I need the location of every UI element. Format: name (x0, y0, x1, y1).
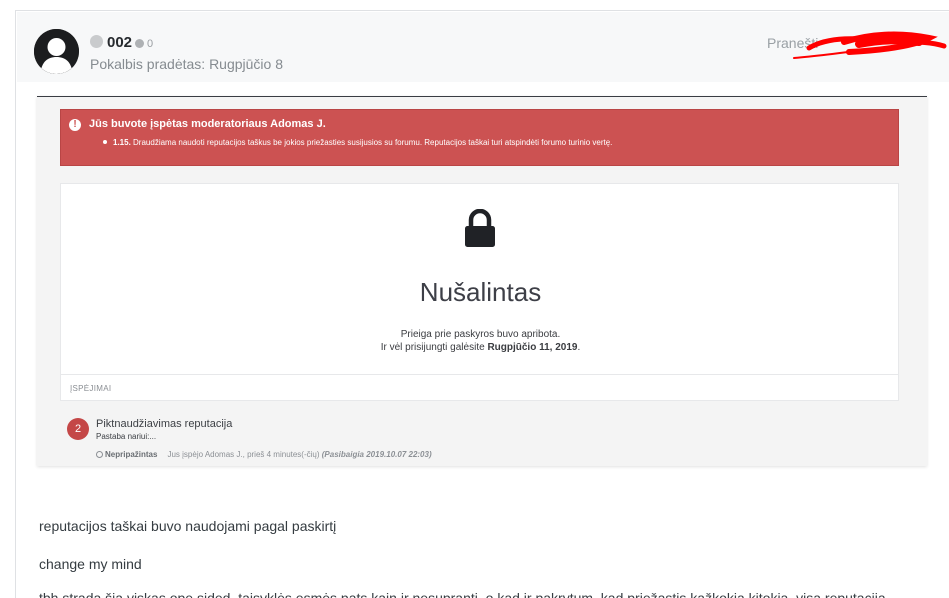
warning-banner: ! Jūs buvote įspėtas moderatoriaus Adoma… (60, 109, 899, 166)
suspended-title: Nušalintas (419, 277, 542, 307)
relogin-date: Rugpjūčio 11, 2019 (487, 342, 578, 353)
warnings-header: ĮSPĖJIMAI (70, 384, 112, 393)
restriction-note: Prieiga prie paskyros buvo apribota. (400, 329, 561, 340)
online-status-icon (90, 35, 103, 48)
warning-status: Nepripažintas (105, 450, 158, 459)
post-body-line: change my mind (39, 556, 142, 572)
post-started-date: Pokalbis pradėtas: Rugpjūčio 8 (90, 56, 284, 72)
relogin-note: Ir vėl prisijungti galėsite Rugpjūčio 11… (61, 342, 900, 353)
warning-expires: (Pasibaigia 2019.10.07 22:03) (321, 450, 432, 459)
warning-title: Jūs buvote įspėtas moderatoriaus Adomas … (89, 118, 326, 130)
lock-icon (465, 209, 495, 247)
redaction-scribble (793, 31, 947, 59)
warning-item-subtitle: Pastaba nariui:... (96, 432, 157, 441)
avatar[interactable] (34, 29, 79, 74)
warning-points-badge: 2 (67, 418, 89, 440)
warning-rule: 1.15. Draudžiama naudoti reputacijos taš… (113, 138, 612, 147)
post-body-line: reputacijos taškai buvo naudojami pagal … (39, 518, 337, 534)
user-silhouette-icon (34, 29, 79, 74)
warning-item-meta: Nepripažintas Jus įspėjo Adomas J., prieš… (96, 450, 432, 459)
suspension-card: Nušalintas Prieiga prie paskyros buvo ap… (60, 183, 899, 401)
circle-icon (96, 451, 103, 458)
exclamation-icon: ! (69, 119, 81, 131)
rule-number: 1.15. (113, 138, 131, 147)
post-author[interactable]: 002 (107, 34, 132, 51)
warning-meta-text: Jus įspėjo Adomas J., prieš 4 minutes(-č… (167, 450, 320, 459)
relogin-prefix: Ir vėl prisijungti galėsite (380, 342, 488, 353)
embedded-screenshot: ! Jūs buvote įspėtas moderatoriaus Adoma… (37, 96, 927, 466)
bullet-icon (103, 140, 107, 144)
divider (61, 374, 898, 375)
reputation-count: 0 (147, 38, 154, 50)
warning-item-title[interactable]: Piktnaudžiavimas reputacija (96, 418, 232, 430)
rule-text: Draudžiama naudoti reputacijos taškus be… (133, 138, 613, 147)
post-header: 002 0 Pokalbis pradėtas: Rugpjūčio 8 Pra… (17, 12, 949, 82)
reputation-icon (135, 39, 144, 48)
relogin-suffix: . (577, 342, 581, 353)
post-body-line: tbh strada šia viskas ope sided. taisykl… (39, 590, 886, 598)
